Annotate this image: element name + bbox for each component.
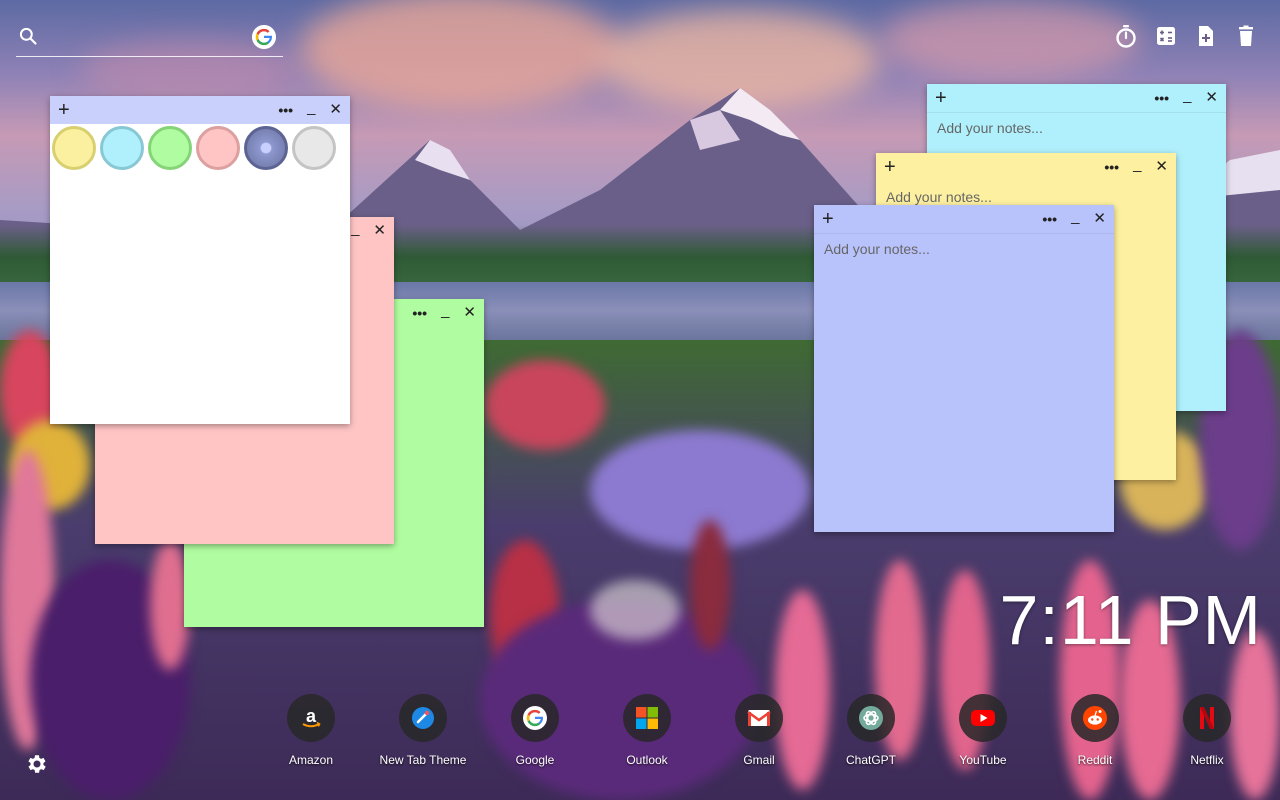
note-menu-button[interactable]: •••: [1154, 84, 1169, 112]
youtube-icon: [959, 694, 1007, 742]
note-menu-button[interactable]: •••: [1042, 205, 1057, 233]
note-titlebar[interactable]: + ••• _ ✕: [50, 96, 350, 124]
close-button[interactable]: ✕: [1093, 205, 1106, 233]
gear-icon[interactable]: [24, 752, 48, 776]
new-tab-theme-icon: [399, 694, 447, 742]
gmail-icon: [735, 694, 783, 742]
shortcut-outlook[interactable]: Outlook: [591, 694, 703, 767]
close-button[interactable]: ✕: [1155, 153, 1168, 181]
reddit-icon: [1071, 694, 1119, 742]
note-menu-button[interactable]: •••: [1104, 153, 1119, 181]
close-button[interactable]: ✕: [1205, 84, 1218, 112]
search-bar: [16, 24, 283, 57]
swatch-cyan[interactable]: [100, 126, 144, 170]
calculator-icon[interactable]: [1154, 24, 1178, 48]
note-titlebar[interactable]: + ••• _ ✕: [927, 84, 1226, 113]
swatch-green[interactable]: [148, 126, 192, 170]
shortcut-reddit[interactable]: Reddit: [1039, 694, 1151, 767]
note-titlebar[interactable]: + ••• _ ✕: [876, 153, 1176, 181]
swatch-pink[interactable]: [196, 126, 240, 170]
note-blue[interactable]: + ••• _ ✕: [814, 205, 1114, 532]
note-white[interactable]: + ••• _ ✕: [50, 96, 350, 424]
microsoft-icon: [623, 694, 671, 742]
shortcut-chatgpt[interactable]: ChatGPT: [815, 694, 927, 767]
shortcut-google[interactable]: Google: [479, 694, 591, 767]
close-button[interactable]: ✕: [329, 96, 342, 124]
note-textarea[interactable]: [58, 178, 342, 416]
minimize-button[interactable]: _: [441, 297, 449, 325]
shortcut-new-tab-theme[interactable]: New Tab Theme: [367, 694, 479, 767]
minimize-button[interactable]: _: [1183, 82, 1191, 110]
add-note-button[interactable]: +: [822, 207, 834, 231]
shortcut-netflix[interactable]: Netflix: [1151, 694, 1263, 767]
shortcut-amazon[interactable]: a Amazon: [255, 694, 367, 767]
toolbar: [1114, 24, 1258, 48]
add-note-icon[interactable]: [1194, 24, 1218, 48]
google-icon[interactable]: [252, 25, 276, 49]
swatch-gray[interactable]: [292, 126, 336, 170]
trash-icon[interactable]: [1234, 24, 1258, 48]
amazon-icon: a: [287, 694, 335, 742]
minimize-button[interactable]: _: [1071, 203, 1079, 231]
add-note-button[interactable]: +: [58, 98, 70, 122]
note-textarea[interactable]: [822, 239, 1106, 524]
add-note-button[interactable]: +: [884, 155, 896, 179]
shortcut-gmail[interactable]: Gmail: [703, 694, 815, 767]
note-menu-button[interactable]: •••: [412, 299, 427, 327]
svg-text:a: a: [306, 706, 317, 726]
close-button[interactable]: ✕: [463, 299, 476, 327]
swatch-yellow[interactable]: [52, 126, 96, 170]
swatch-purple[interactable]: [244, 126, 288, 170]
note-titlebar[interactable]: + ••• _ ✕: [814, 205, 1114, 234]
shortcut-youtube[interactable]: YouTube: [927, 694, 1039, 767]
chatgpt-icon: [847, 694, 895, 742]
minimize-button[interactable]: _: [351, 215, 359, 243]
timer-icon[interactable]: [1114, 24, 1138, 48]
minimize-button[interactable]: _: [307, 94, 315, 122]
clock: 7:11 PM: [999, 581, 1262, 659]
add-note-button[interactable]: +: [935, 86, 947, 110]
note-menu-button[interactable]: •••: [278, 96, 293, 124]
shortcut-dock: a Amazon New Tab Theme Google Outlook Gm…: [255, 694, 1263, 767]
search-input[interactable]: [50, 26, 254, 50]
minimize-button[interactable]: _: [1133, 151, 1141, 179]
search-icon[interactable]: [18, 26, 38, 46]
color-picker: [52, 126, 336, 170]
netflix-icon: [1183, 694, 1231, 742]
google-icon: [511, 694, 559, 742]
close-button[interactable]: ✕: [373, 217, 386, 245]
